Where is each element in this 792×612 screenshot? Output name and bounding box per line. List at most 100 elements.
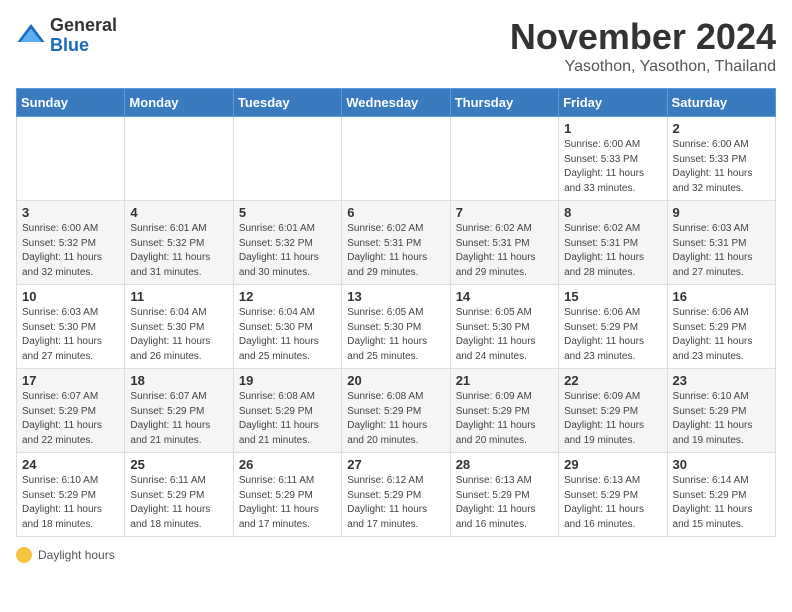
day-number: 28 [456, 457, 553, 472]
day-info: Sunrise: 6:02 AM Sunset: 5:31 PM Dayligh… [564, 222, 661, 280]
day-info: Sunrise: 6:04 AM Sunset: 5:30 PM Dayligh… [239, 306, 336, 364]
day-number: 15 [564, 289, 661, 304]
day-info: Sunrise: 6:00 AM Sunset: 5:32 PM Dayligh… [22, 222, 119, 280]
day-info: Sunrise: 6:05 AM Sunset: 5:30 PM Dayligh… [347, 306, 444, 364]
legend: Daylight hours [16, 547, 776, 563]
calendar-cell: 2 Sunrise: 6:00 AM Sunset: 5:33 PM Daylig… [667, 117, 775, 201]
day-info: Sunrise: 6:10 AM Sunset: 5:29 PM Dayligh… [22, 474, 119, 532]
calendar-cell: 23 Sunrise: 6:10 AM Sunset: 5:29 PM Dayli… [667, 369, 775, 453]
day-info: Sunrise: 6:08 AM Sunset: 5:29 PM Dayligh… [347, 390, 444, 448]
calendar-cell: 27 Sunrise: 6:12 AM Sunset: 5:29 PM Dayli… [342, 453, 450, 537]
calendar-cell: 30 Sunrise: 6:14 AM Sunset: 5:29 PM Dayli… [667, 453, 775, 537]
calendar-week-4: 24 Sunrise: 6:10 AM Sunset: 5:29 PM Dayli… [17, 453, 776, 537]
day-number: 27 [347, 457, 444, 472]
page-header: General Blue November 2024 Yasothon, Yas… [16, 16, 776, 76]
day-number: 1 [564, 121, 661, 136]
day-info: Sunrise: 6:01 AM Sunset: 5:32 PM Dayligh… [130, 222, 227, 280]
logo: General Blue [16, 16, 117, 56]
header-cell-monday: Monday [125, 89, 233, 117]
day-number: 24 [22, 457, 119, 472]
location: Yasothon, Yasothon, Thailand [510, 58, 776, 76]
calendar-cell: 19Sunrise: 6:08 AM Sunset: 5:29 PM Dayli… [233, 369, 341, 453]
header-row: SundayMondayTuesdayWednesdayThursdayFrid… [17, 89, 776, 117]
sun-icon [16, 547, 32, 563]
day-number: 14 [456, 289, 553, 304]
calendar-cell: 16Sunrise: 6:06 AM Sunset: 5:29 PM Dayli… [667, 285, 775, 369]
calendar-cell [233, 117, 341, 201]
day-number: 30 [673, 457, 770, 472]
day-number: 2 [673, 121, 770, 136]
day-number: 18 [130, 373, 227, 388]
day-info: Sunrise: 6:11 AM Sunset: 5:29 PM Dayligh… [239, 474, 336, 532]
day-info: Sunrise: 6:08 AM Sunset: 5:29 PM Dayligh… [239, 390, 336, 448]
day-info: Sunrise: 6:07 AM Sunset: 5:29 PM Dayligh… [22, 390, 119, 448]
calendar-table: SundayMondayTuesdayWednesdayThursdayFrid… [16, 88, 776, 537]
calendar-cell: 24 Sunrise: 6:10 AM Sunset: 5:29 PM Dayli… [17, 453, 125, 537]
calendar-cell: 25Sunrise: 6:11 AM Sunset: 5:29 PM Dayli… [125, 453, 233, 537]
calendar-week-0: 1 Sunrise: 6:00 AM Sunset: 5:33 PM Daylig… [17, 117, 776, 201]
day-number: 22 [564, 373, 661, 388]
day-number: 4 [130, 205, 227, 220]
day-number: 23 [673, 373, 770, 388]
month-title: November 2024 [510, 16, 776, 58]
day-info: Sunrise: 6:12 AM Sunset: 5:29 PM Dayligh… [347, 474, 444, 532]
calendar-cell: 10 Sunrise: 6:03 AM Sunset: 5:30 PM Dayli… [17, 285, 125, 369]
calendar-cell: 17 Sunrise: 6:07 AM Sunset: 5:29 PM Dayli… [17, 369, 125, 453]
calendar-cell: 1 Sunrise: 6:00 AM Sunset: 5:33 PM Daylig… [559, 117, 667, 201]
day-info: Sunrise: 6:09 AM Sunset: 5:29 PM Dayligh… [456, 390, 553, 448]
day-info: Sunrise: 6:00 AM Sunset: 5:33 PM Dayligh… [673, 138, 770, 196]
day-number: 29 [564, 457, 661, 472]
day-info: Sunrise: 6:13 AM Sunset: 5:29 PM Dayligh… [456, 474, 553, 532]
calendar-cell: 20Sunrise: 6:08 AM Sunset: 5:29 PM Dayli… [342, 369, 450, 453]
calendar-header: SundayMondayTuesdayWednesdayThursdayFrid… [17, 89, 776, 117]
day-number: 7 [456, 205, 553, 220]
day-number: 12 [239, 289, 336, 304]
calendar-cell: 13 Sunrise: 6:05 AM Sunset: 5:30 PM Dayli… [342, 285, 450, 369]
day-number: 5 [239, 205, 336, 220]
day-info: Sunrise: 6:10 AM Sunset: 5:29 PM Dayligh… [673, 390, 770, 448]
day-info: Sunrise: 6:06 AM Sunset: 5:29 PM Dayligh… [673, 306, 770, 364]
calendar-cell [450, 117, 558, 201]
header-cell-friday: Friday [559, 89, 667, 117]
calendar-cell: 14 Sunrise: 6:05 AM Sunset: 5:30 PM Dayli… [450, 285, 558, 369]
day-info: Sunrise: 6:02 AM Sunset: 5:31 PM Dayligh… [347, 222, 444, 280]
calendar-cell: 9Sunrise: 6:03 AM Sunset: 5:31 PM Daylig… [667, 201, 775, 285]
day-info: Sunrise: 6:03 AM Sunset: 5:30 PM Dayligh… [22, 306, 119, 364]
day-info: Sunrise: 6:09 AM Sunset: 5:29 PM Dayligh… [564, 390, 661, 448]
day-number: 10 [22, 289, 119, 304]
day-info: Sunrise: 6:05 AM Sunset: 5:30 PM Dayligh… [456, 306, 553, 364]
calendar-cell: 18 Sunrise: 6:07 AM Sunset: 5:29 PM Dayli… [125, 369, 233, 453]
day-info: Sunrise: 6:06 AM Sunset: 5:29 PM Dayligh… [564, 306, 661, 364]
calendar-cell: 11 Sunrise: 6:04 AM Sunset: 5:30 PM Dayli… [125, 285, 233, 369]
calendar-cell: 21 Sunrise: 6:09 AM Sunset: 5:29 PM Dayli… [450, 369, 558, 453]
calendar-body: 1 Sunrise: 6:00 AM Sunset: 5:33 PM Daylig… [17, 117, 776, 537]
calendar-week-1: 3 Sunrise: 6:00 AM Sunset: 5:32 PM Daylig… [17, 201, 776, 285]
calendar-cell: 12 Sunrise: 6:04 AM Sunset: 5:30 PM Dayli… [233, 285, 341, 369]
header-cell-tuesday: Tuesday [233, 89, 341, 117]
day-number: 13 [347, 289, 444, 304]
calendar-cell: 8Sunrise: 6:02 AM Sunset: 5:31 PM Daylig… [559, 201, 667, 285]
day-number: 21 [456, 373, 553, 388]
calendar-cell: 15 Sunrise: 6:06 AM Sunset: 5:29 PM Dayli… [559, 285, 667, 369]
calendar-cell: 26Sunrise: 6:11 AM Sunset: 5:29 PM Dayli… [233, 453, 341, 537]
day-info: Sunrise: 6:04 AM Sunset: 5:30 PM Dayligh… [130, 306, 227, 364]
day-number: 17 [22, 373, 119, 388]
calendar-cell: 3 Sunrise: 6:00 AM Sunset: 5:32 PM Daylig… [17, 201, 125, 285]
calendar-cell: 29Sunrise: 6:13 AM Sunset: 5:29 PM Dayli… [559, 453, 667, 537]
day-info: Sunrise: 6:01 AM Sunset: 5:32 PM Dayligh… [239, 222, 336, 280]
title-block: November 2024 Yasothon, Yasothon, Thaila… [510, 16, 776, 76]
day-number: 3 [22, 205, 119, 220]
logo-icon [16, 21, 46, 51]
day-number: 11 [130, 289, 227, 304]
calendar-week-3: 17 Sunrise: 6:07 AM Sunset: 5:29 PM Dayli… [17, 369, 776, 453]
day-info: Sunrise: 6:07 AM Sunset: 5:29 PM Dayligh… [130, 390, 227, 448]
header-cell-sunday: Sunday [17, 89, 125, 117]
calendar-cell: 4 Sunrise: 6:01 AM Sunset: 5:32 PM Daylig… [125, 201, 233, 285]
calendar-cell: 6Sunrise: 6:02 AM Sunset: 5:31 PM Daylig… [342, 201, 450, 285]
day-info: Sunrise: 6:00 AM Sunset: 5:33 PM Dayligh… [564, 138, 661, 196]
day-info: Sunrise: 6:03 AM Sunset: 5:31 PM Dayligh… [673, 222, 770, 280]
day-info: Sunrise: 6:14 AM Sunset: 5:29 PM Dayligh… [673, 474, 770, 532]
calendar-cell [125, 117, 233, 201]
legend-label: Daylight hours [38, 548, 115, 562]
logo-text: General Blue [50, 16, 117, 56]
